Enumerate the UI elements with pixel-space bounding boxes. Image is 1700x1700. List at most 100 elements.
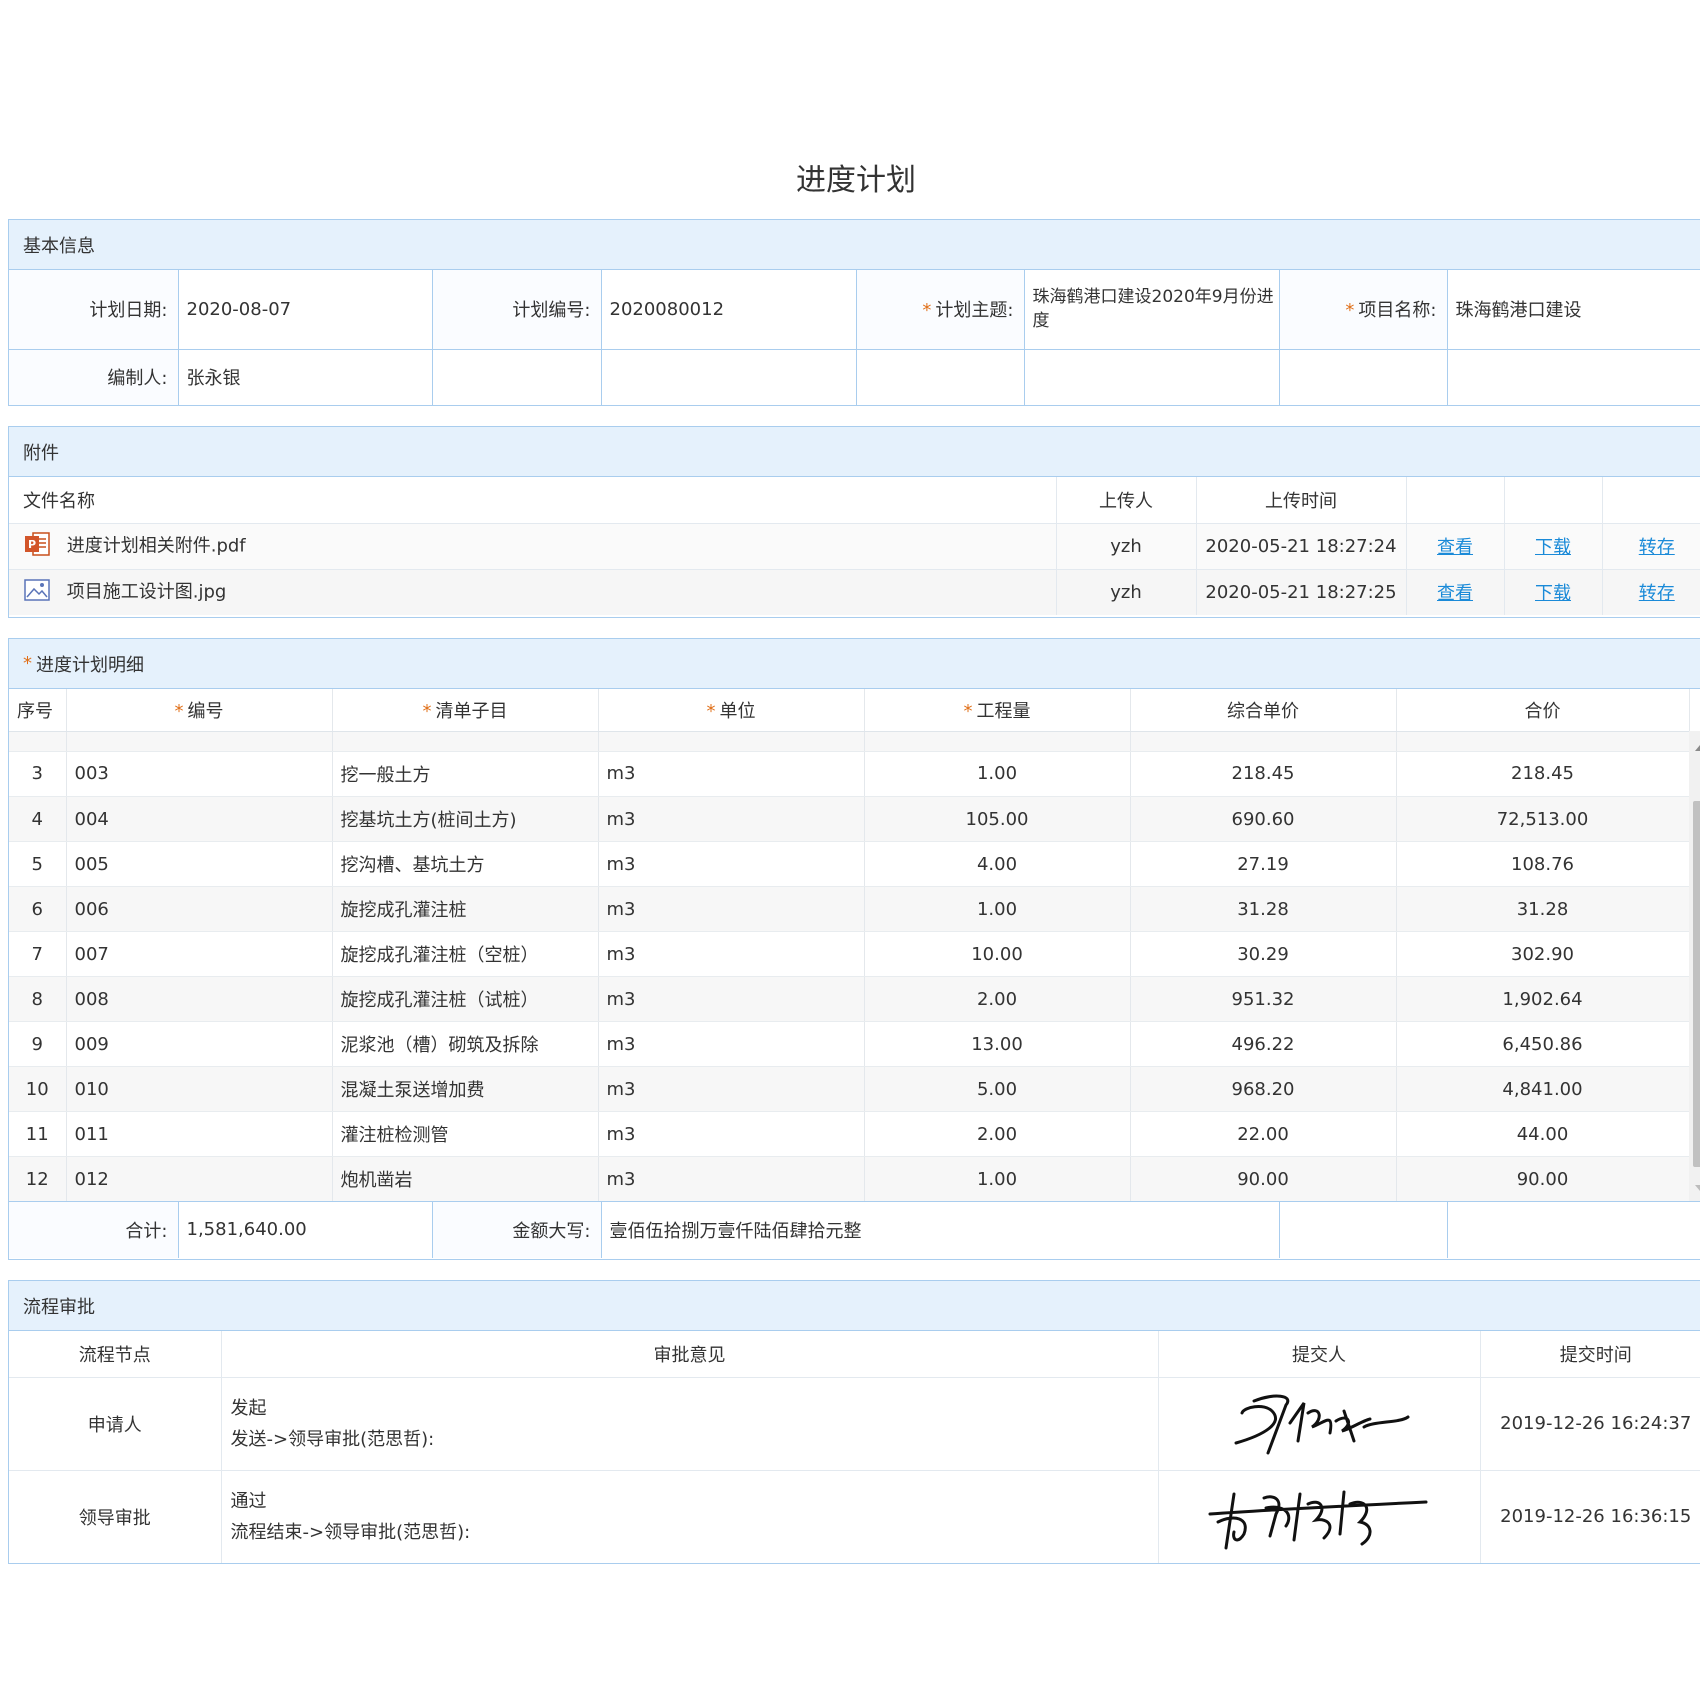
row-unit-price: 22.00 bbox=[1130, 1111, 1397, 1157]
partial-row bbox=[9, 731, 1690, 752]
row-item: 挖基坑土方(桩间土方) bbox=[332, 796, 599, 842]
attachment-uploader: yzh bbox=[1056, 523, 1197, 570]
col-empty bbox=[1602, 477, 1700, 524]
row-total: 4,841.00 bbox=[1396, 1066, 1690, 1112]
col-node: 流程节点 bbox=[9, 1331, 222, 1378]
plan-no-label: 计划编号: bbox=[431, 270, 602, 350]
detail-row[interactable]: 10 010 混凝土泵送增加费 m3 5.00 968.20 4,841.00 bbox=[9, 1066, 1690, 1112]
approval-opinion: 通过 流程结束->领导审批(范思哲): bbox=[221, 1470, 1159, 1563]
empty-cell bbox=[1278, 1201, 1448, 1258]
col-submitter: 提交人 bbox=[1158, 1331, 1481, 1378]
row-unit: m3 bbox=[598, 751, 865, 797]
row-quantity: 105.00 bbox=[864, 796, 1131, 842]
row-item: 混凝土泵送增加费 bbox=[332, 1066, 599, 1112]
row-unit: m3 bbox=[598, 1021, 865, 1067]
row-item: 挖沟槽、基坑土方 bbox=[332, 841, 599, 887]
plan-subject-value: 珠海鹤港口建设2020年9月份进度 bbox=[1023, 270, 1280, 350]
download-link[interactable]: 下载 bbox=[1535, 583, 1571, 604]
detail-row[interactable]: 6 006 旋挖成孔灌注桩 m3 1.00 31.28 31.28 bbox=[9, 886, 1690, 932]
detail-row[interactable]: 11 011 灌注桩检测管 m3 2.00 22.00 44.00 bbox=[9, 1111, 1690, 1157]
scroll-down-arrow-icon[interactable] bbox=[1695, 1185, 1700, 1191]
row-unit: m3 bbox=[598, 931, 865, 977]
row-code: 010 bbox=[66, 1066, 333, 1112]
attachment-name-cell: 项目施工设计图.jpg bbox=[9, 569, 1057, 615]
scroll-thumb[interactable] bbox=[1693, 801, 1700, 1167]
row-item: 炮机凿岩 bbox=[332, 1156, 599, 1201]
row-total: 6,450.86 bbox=[1396, 1021, 1690, 1067]
col-empty bbox=[1406, 477, 1505, 524]
scroll-up-arrow-icon[interactable] bbox=[1695, 745, 1700, 751]
save-link[interactable]: 转存 bbox=[1639, 537, 1675, 558]
row-item: 泥浆池（槽）砌筑及拆除 bbox=[332, 1021, 599, 1067]
detail-header: * 进度计划明细 bbox=[9, 639, 1700, 689]
approval-node: 领导审批 bbox=[9, 1470, 222, 1563]
empty-cell bbox=[1023, 348, 1280, 405]
row-seq: 7 bbox=[9, 931, 67, 977]
view-link[interactable]: 查看 bbox=[1437, 537, 1473, 558]
col-item: * 清单子目 bbox=[332, 689, 599, 732]
row-item: 旋挖成孔灌注桩 bbox=[332, 886, 599, 932]
detail-rows: 3 003 挖一般土方 m3 1.00 218.45 218.45 4 004 挖基坑土方(桩间土… bbox=[9, 751, 1690, 1201]
row-unit-price: 951.32 bbox=[1130, 976, 1397, 1022]
col-code: * 编号 bbox=[66, 689, 333, 732]
row-total: 44.00 bbox=[1396, 1111, 1690, 1157]
row-seq: 4 bbox=[9, 796, 67, 842]
col-uploader: 上传人 bbox=[1056, 477, 1197, 524]
col-total: 合价 bbox=[1396, 689, 1690, 732]
approval-node: 申请人 bbox=[9, 1377, 222, 1471]
row-unit-price: 218.45 bbox=[1130, 751, 1397, 797]
row-unit-price: 27.19 bbox=[1130, 841, 1397, 887]
row-code: 003 bbox=[66, 751, 333, 797]
approval-panel: 流程审批 流程节点 审批意见 提交人 提交时间 申请人 发起 发送->领导审批(… bbox=[8, 1280, 1700, 1564]
row-item: 挖一般土方 bbox=[332, 751, 599, 797]
row-total: 218.45 bbox=[1396, 751, 1690, 797]
row-unit-price: 30.29 bbox=[1130, 931, 1397, 977]
approval-opinion: 发起 发送->领导审批(范思哲): bbox=[221, 1377, 1159, 1471]
basic-info-header: 基本信息 bbox=[9, 220, 1700, 270]
row-unit-price: 968.20 bbox=[1130, 1066, 1397, 1112]
download-link[interactable]: 下载 bbox=[1535, 537, 1571, 558]
attachments-title: 附件 bbox=[23, 442, 59, 464]
attachment-name[interactable]: 进度计划相关附件.pdf bbox=[67, 535, 246, 556]
detail-row[interactable]: 7 007 旋挖成孔灌注桩（空桩） m3 10.00 30.29 302.90 bbox=[9, 931, 1690, 977]
project-name-value: 珠海鹤港口建设 bbox=[1446, 270, 1700, 350]
row-quantity: 13.00 bbox=[864, 1021, 1131, 1067]
detail-panel: * 进度计划明细 序号 * 编号 * 清单子目 * 单位 * 工程量 综合单价 合价 bbox=[8, 638, 1700, 1260]
amount-words-label: 金额大写: bbox=[431, 1201, 602, 1258]
page-title: 进度计划 bbox=[796, 163, 916, 198]
attachment-name[interactable]: 项目施工设计图.jpg bbox=[67, 581, 227, 602]
row-unit-price: 31.28 bbox=[1130, 886, 1397, 932]
col-opinion: 审批意见 bbox=[221, 1331, 1159, 1378]
detail-row[interactable]: 3 003 挖一般土方 m3 1.00 218.45 218.45 bbox=[9, 751, 1690, 797]
basic-info-table: 计划日期: 2020-08-07 计划编号: 2020080012 * 计划主题:… bbox=[9, 270, 1700, 405]
row-unit: m3 bbox=[598, 886, 865, 932]
approval-title: 流程审批 bbox=[23, 1296, 95, 1318]
row-item: 灌注桩检测管 bbox=[332, 1111, 599, 1157]
save-link[interactable]: 转存 bbox=[1639, 583, 1675, 604]
view-link[interactable]: 查看 bbox=[1437, 583, 1473, 604]
col-upload-time: 上传时间 bbox=[1196, 477, 1407, 524]
row-code: 007 bbox=[66, 931, 333, 977]
detail-scrollbar[interactable] bbox=[1689, 731, 1700, 1201]
col-unit-price: 综合单价 bbox=[1130, 689, 1397, 732]
row-quantity: 2.00 bbox=[864, 1111, 1131, 1157]
empty-cell bbox=[431, 348, 602, 405]
row-quantity: 4.00 bbox=[864, 841, 1131, 887]
approval-time: 2019-12-26 16:24:37 bbox=[1480, 1377, 1700, 1471]
row-unit: m3 bbox=[598, 796, 865, 842]
attachments-table: 文件名称 上传人 上传时间 P 进度计划相关附件.pdf yzh 2020-05… bbox=[9, 477, 1700, 615]
row-total: 108.76 bbox=[1396, 841, 1690, 887]
image-file-icon bbox=[23, 576, 51, 609]
row-seq: 3 bbox=[9, 751, 67, 797]
detail-row[interactable]: 12 012 炮机凿岩 m3 1.00 90.00 90.00 bbox=[9, 1156, 1690, 1201]
attachment-time: 2020-05-21 18:27:24 bbox=[1196, 523, 1407, 570]
detail-row[interactable]: 5 005 挖沟槽、基坑土方 m3 4.00 27.19 108.76 bbox=[9, 841, 1690, 887]
row-unit: m3 bbox=[598, 1111, 865, 1157]
plan-no-value: 2020080012 bbox=[600, 270, 857, 350]
svg-text:P: P bbox=[28, 538, 36, 551]
detail-row[interactable]: 4 004 挖基坑土方(桩间土方) m3 105.00 690.60 72,513.00 bbox=[9, 796, 1690, 842]
row-unit-price: 690.60 bbox=[1130, 796, 1397, 842]
detail-row[interactable]: 9 009 泥浆池（槽）砌筑及拆除 m3 13.00 496.22 6,450.86 bbox=[9, 1021, 1690, 1067]
row-code: 006 bbox=[66, 886, 333, 932]
detail-row[interactable]: 8 008 旋挖成孔灌注桩（试桩） m3 2.00 951.32 1,902.64 bbox=[9, 976, 1690, 1022]
